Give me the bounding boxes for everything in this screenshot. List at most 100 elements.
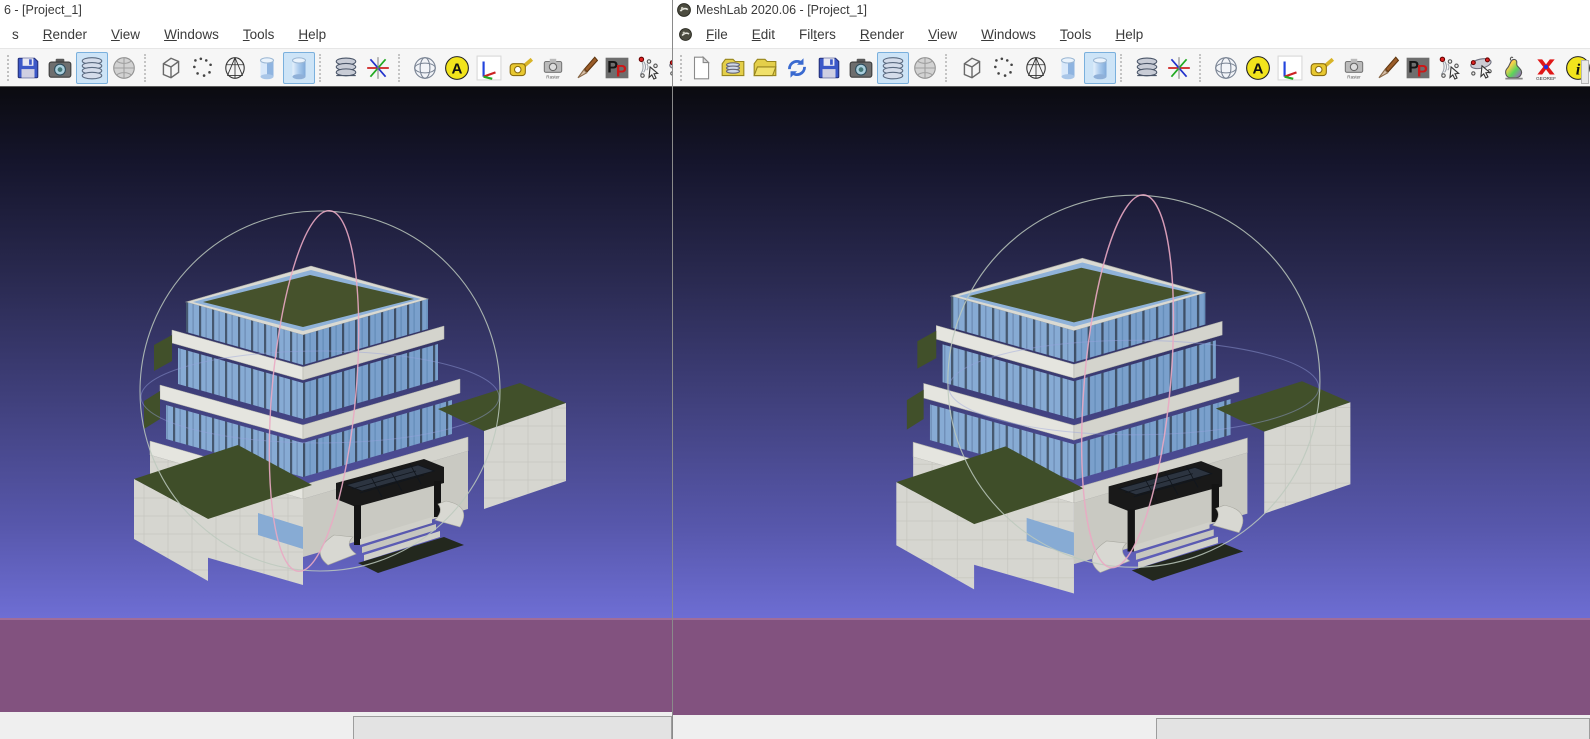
wireframe-icon xyxy=(1023,55,1049,81)
trackball-button[interactable] xyxy=(473,52,505,84)
globe-button[interactable] xyxy=(409,52,441,84)
menu-item-windows[interactable]: Windows xyxy=(969,23,1048,46)
points-button[interactable] xyxy=(988,52,1020,84)
menu-item-s[interactable]: s xyxy=(0,23,31,46)
axes-icon xyxy=(1166,55,1192,81)
text-a-button[interactable] xyxy=(441,52,473,84)
axes-icon xyxy=(365,55,391,81)
save-button[interactable] xyxy=(813,52,845,84)
toolbar-handle[interactable] xyxy=(7,55,9,81)
bbox-icon xyxy=(959,55,985,81)
toolbar-separator xyxy=(398,54,405,82)
save-icon xyxy=(15,55,41,81)
raster-cam-button[interactable] xyxy=(537,52,569,84)
toolbar-separator xyxy=(1120,54,1127,82)
toolbar-handle[interactable] xyxy=(680,55,682,81)
meshlab-window-right: MeshLab 2020.06 - [Project_1] FileEditFi… xyxy=(672,0,1590,739)
title-bar[interactable]: MeshLab 2020.06 - [Project_1] xyxy=(673,0,1590,20)
layers-icon xyxy=(79,55,105,81)
align-pair-button[interactable] xyxy=(1466,52,1498,84)
reload-icon xyxy=(784,55,810,81)
axes-button[interactable] xyxy=(1163,52,1195,84)
decorators-button[interactable] xyxy=(330,52,362,84)
globe-button[interactable] xyxy=(1210,52,1242,84)
window-footer xyxy=(673,715,1590,739)
raster-cam-icon xyxy=(540,55,566,81)
viewport-3d[interactable]: FOV: 60 FPS: 555.6 BO_RENDERING Mesh: BU… xyxy=(673,86,1590,715)
menu-item-help[interactable]: Help xyxy=(286,23,338,46)
georef-button[interactable] xyxy=(1530,52,1562,84)
cyl-flat-button[interactable] xyxy=(1052,52,1084,84)
meshlab-logo-icon xyxy=(677,3,691,17)
points-icon xyxy=(190,55,216,81)
snapshot-button[interactable] xyxy=(44,52,76,84)
reload-button[interactable] xyxy=(781,52,813,84)
globe-icon xyxy=(1213,55,1239,81)
menu-item-help[interactable]: Help xyxy=(1103,23,1155,46)
menu-item-view[interactable]: View xyxy=(916,23,969,46)
cyl-smooth-icon xyxy=(1087,55,1113,81)
open-icon xyxy=(752,55,778,81)
project-window-icon[interactable] xyxy=(679,28,692,41)
layers-button[interactable] xyxy=(76,52,108,84)
layers-button[interactable] xyxy=(877,52,909,84)
menu-item-render[interactable]: Render xyxy=(848,23,916,46)
mesh-model-bug08 xyxy=(108,183,578,633)
menu-bar: sRenderViewWindowsToolsHelp xyxy=(0,20,672,48)
open-button[interactable] xyxy=(749,52,781,84)
axes-button[interactable] xyxy=(362,52,394,84)
cyl-flat-button[interactable] xyxy=(251,52,283,84)
info-band xyxy=(0,618,672,712)
raster-button[interactable] xyxy=(909,52,941,84)
align-pair-button[interactable] xyxy=(665,52,672,84)
bbox-button[interactable] xyxy=(155,52,187,84)
pickpoints-button[interactable] xyxy=(1402,52,1434,84)
toolbar-separator xyxy=(1199,54,1206,82)
cyl-smooth-button[interactable] xyxy=(1084,52,1116,84)
title-bar[interactable]: 6 - [Project_1] xyxy=(0,0,672,20)
raster-cam-icon xyxy=(1341,55,1367,81)
menu-item-windows[interactable]: Windows xyxy=(152,23,231,46)
pickpoints-button[interactable] xyxy=(601,52,633,84)
bbox-button[interactable] xyxy=(956,52,988,84)
wireframe-icon xyxy=(222,55,248,81)
wireframe-button[interactable] xyxy=(219,52,251,84)
raster-icon xyxy=(111,55,137,81)
menu-item-file[interactable]: File xyxy=(694,23,740,46)
raster-button[interactable] xyxy=(108,52,140,84)
new-button[interactable] xyxy=(685,52,717,84)
menu-item-filters[interactable]: Filters xyxy=(787,23,848,46)
radar-button[interactable] xyxy=(633,52,665,84)
tape-button[interactable] xyxy=(1306,52,1338,84)
brush-button[interactable] xyxy=(569,52,601,84)
menu-item-edit[interactable]: Edit xyxy=(740,23,787,46)
menu-item-view[interactable]: View xyxy=(99,23,152,46)
raster-cam-button[interactable] xyxy=(1338,52,1370,84)
points-button[interactable] xyxy=(187,52,219,84)
pickpoints-icon xyxy=(604,55,630,81)
cyl-smooth-button[interactable] xyxy=(283,52,315,84)
bbox-icon xyxy=(158,55,184,81)
tape-button[interactable] xyxy=(505,52,537,84)
text-a-button[interactable] xyxy=(1242,52,1274,84)
toolbar-overflow-button[interactable] xyxy=(1581,60,1589,84)
text-a-icon xyxy=(1245,55,1271,81)
align-pair-icon xyxy=(1469,55,1495,81)
snapshot-button[interactable] xyxy=(845,52,877,84)
decorators-button[interactable] xyxy=(1131,52,1163,84)
mesh-model-bug08-uv xyxy=(869,171,1363,644)
save-button[interactable] xyxy=(12,52,44,84)
trackball-button[interactable] xyxy=(1274,52,1306,84)
menu-item-tools[interactable]: Tools xyxy=(1048,23,1104,46)
brush-button[interactable] xyxy=(1370,52,1402,84)
bunny-button[interactable] xyxy=(1498,52,1530,84)
viewport-3d[interactable]: 0 178.6 ENDERING Mesh: BUG_08.obj Vertic… xyxy=(0,86,672,712)
open-project-button[interactable] xyxy=(717,52,749,84)
toolbar xyxy=(0,48,672,86)
toolbar-separator xyxy=(319,54,326,82)
menu-item-tools[interactable]: Tools xyxy=(231,23,287,46)
menu-item-render[interactable]: Render xyxy=(31,23,99,46)
new-icon xyxy=(688,55,714,81)
radar-button[interactable] xyxy=(1434,52,1466,84)
wireframe-button[interactable] xyxy=(1020,52,1052,84)
